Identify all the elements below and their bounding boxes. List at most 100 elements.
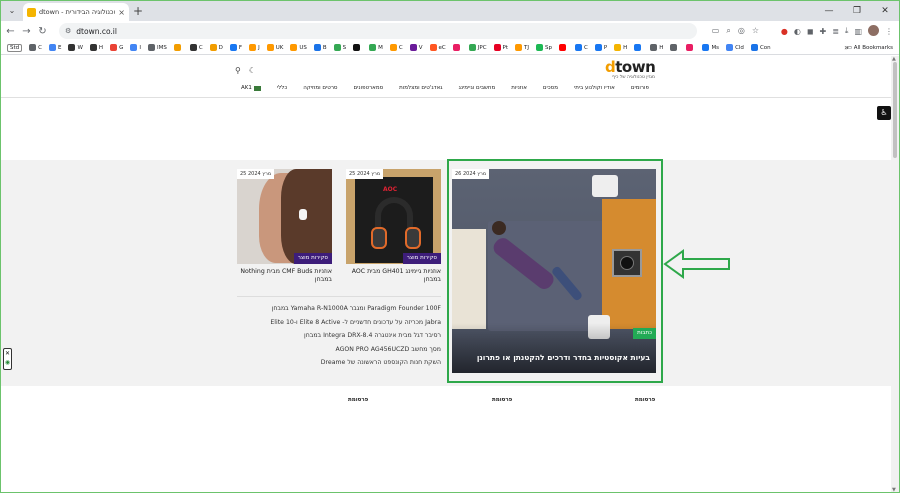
bookmark-item[interactable] <box>670 44 679 51</box>
article-card-cmf[interactable]: 25 מרץ 2024 סקירות מוצר <box>237 169 332 264</box>
bookmark-item[interactable]: eC <box>429 44 446 51</box>
nav-item[interactable]: סמארטפונים <box>354 85 384 91</box>
search-icon[interactable]: ⚲ <box>235 66 241 75</box>
minimize-icon[interactable]: — <box>815 1 843 21</box>
bookmark-star-icon[interactable]: ☆ <box>752 23 759 39</box>
cast-icon[interactable]: ▭ <box>712 23 720 39</box>
nav-item[interactable]: גאדג'טים ומצלמות <box>399 85 442 91</box>
maximize-icon[interactable]: ❐ <box>843 1 871 21</box>
nav-item[interactable]: מסכים <box>543 85 558 91</box>
bookmark-item[interactable]: UK <box>266 44 283 51</box>
card-category-tag[interactable]: סקירות מוצר <box>402 253 441 264</box>
hide-icon[interactable]: ◎ <box>738 23 745 39</box>
back-icon[interactable]: ← <box>4 26 17 37</box>
window-controls: — ❐ ✕ <box>815 1 899 21</box>
bookmark-item[interactable] <box>686 44 695 51</box>
nav-item[interactable]: אוזניות <box>511 85 527 91</box>
card-title-aoc[interactable]: אוזניות גיימינג GH401 מבית AOC במבחן <box>346 268 441 284</box>
tab-search-icon[interactable]: ⌄ <box>6 5 18 17</box>
annotation-highlight-box <box>447 159 663 383</box>
nav-item[interactable]: כללי <box>277 85 287 91</box>
dark-mode-icon[interactable]: ☾ <box>249 66 256 75</box>
bookmark-item[interactable]: H <box>89 44 103 51</box>
bookmark-item[interactable]: G <box>110 44 123 51</box>
bookmark-item[interactable]: IMS <box>147 44 167 51</box>
nav-item[interactable]: פורומים <box>631 85 649 91</box>
card-category-tag[interactable]: סקירות מוצר <box>293 253 332 264</box>
address-bar[interactable]: ⚙ dtown.co.il <box>59 23 697 39</box>
headline-item[interactable]: Paradigm Founder 100F ומגבר Yamaha R-N10… <box>237 302 441 316</box>
downloads-icon[interactable]: ⤓ <box>845 26 849 36</box>
bookmark-item[interactable]: JPC <box>468 44 487 51</box>
bookmark-item[interactable]: D <box>209 44 223 51</box>
extension-icon[interactable]: ◐ <box>794 27 801 36</box>
reload-icon[interactable]: ↻ <box>36 26 49 37</box>
nav-item[interactable]: סרטים ומוזיקה <box>303 85 337 91</box>
accessibility-icon[interactable]: ♿ <box>877 106 891 120</box>
bookmark-item[interactable]: E <box>48 44 61 51</box>
article-card-aoc[interactable]: AOC 25 מרץ 2024 סקירות מוצר <box>346 169 441 264</box>
nav-item[interactable]: אודיו וקולנוע ביתי <box>574 85 615 91</box>
bookmark-item[interactable]: C <box>189 44 203 51</box>
bookmark-item[interactable]: V <box>409 44 423 51</box>
reading-list-icon[interactable]: ≣ <box>832 27 839 36</box>
bookmark-item[interactable]: Ms <box>702 44 719 51</box>
menu-icon[interactable]: ⋮ <box>885 27 893 36</box>
page-scrollbar[interactable]: ▲ ▼ <box>891 56 899 492</box>
headline-item[interactable]: השקת חנות הקונספט הראשונה של Dreame <box>237 356 441 370</box>
nav-item-ak1[interactable]: AK1 <box>241 85 261 91</box>
opera-extension-icon[interactable]: ● <box>781 27 788 36</box>
ad-label: פרסומת <box>635 397 656 403</box>
bookmark-item[interactable]: B <box>313 44 327 51</box>
extensions-puzzle-icon[interactable]: ✚ <box>819 27 826 36</box>
bookmark-item[interactable]: C <box>29 44 42 51</box>
bookmarks-bar: Std C E W H G I IMS C D F J UK US B S M C VeC JPC Pt TJ Sp C P H H… <box>1 41 899 55</box>
bookmark-item[interactable]: I <box>130 44 141 51</box>
forward-icon[interactable]: → <box>20 26 33 37</box>
address-url[interactable]: dtown.co.il <box>76 27 117 36</box>
bookmark-item[interactable]: S <box>333 44 346 51</box>
zoom-icon[interactable]: ⌕ <box>726 23 730 39</box>
bookmark-item[interactable] <box>452 44 462 51</box>
side-panel-icon[interactable]: ▥ <box>854 27 862 36</box>
bookmark-item[interactable]: H <box>614 44 627 51</box>
site-logo[interactable]: dtown מגזין טכנולוגיה של כיף <box>605 59 656 83</box>
bookmark-item[interactable]: H <box>650 44 663 51</box>
bookmark-item[interactable]: J <box>249 44 260 51</box>
profile-icon[interactable] <box>868 24 879 38</box>
bookmark-item[interactable]: TJ <box>515 44 529 51</box>
bookmark-item[interactable]: P <box>594 44 607 51</box>
bookmark-item[interactable]: M <box>369 44 383 51</box>
widget-close-icon[interactable]: ✕ <box>4 349 11 358</box>
bookmark-item[interactable]: US <box>290 44 307 51</box>
headline-item[interactable]: Jabra מכריזה על עדכונים חדשניים ל- Elite… <box>237 316 441 330</box>
bookmark-item[interactable]: C <box>574 44 588 51</box>
bookmark-item[interactable]: C <box>389 44 403 51</box>
bookmark-item[interactable]: Sp <box>536 44 552 51</box>
bookmark-item[interactable]: Con <box>750 44 771 51</box>
headline-item[interactable]: מסך מחשב AGON PRO AG456UCZD <box>237 343 441 357</box>
all-bookmarks-button[interactable]: ▭ All Bookmarks <box>847 41 893 54</box>
close-window-icon[interactable]: ✕ <box>871 1 899 21</box>
card-title-cmf[interactable]: אוזניות CMF Buds מבית Nothing במבחן <box>237 268 332 284</box>
scroll-thumb[interactable] <box>893 62 897 158</box>
bookmark-item[interactable] <box>173 44 183 51</box>
headline-item[interactable]: רסיבר דגל מבית אינטגרה Integra DRX-8.4 ב… <box>237 329 441 343</box>
browser-tab[interactable]: dtown - הטכנולוגיה הבידורית × <box>23 3 129 21</box>
bookmark-item[interactable]: Pt <box>493 44 508 51</box>
bookmark-item[interactable]: F <box>229 44 242 51</box>
bookmark-label: H <box>623 44 628 51</box>
bookmark-item[interactable] <box>558 44 568 51</box>
extension-icon-2[interactable]: ◼ <box>807 27 814 36</box>
bookmark-item[interactable]: Std <box>7 43 23 52</box>
scroll-down-icon[interactable]: ▼ <box>892 487 896 492</box>
site-info-icon[interactable]: ⚙ <box>65 27 71 35</box>
new-tab-button[interactable]: + <box>133 4 143 18</box>
bookmark-item[interactable] <box>634 44 643 51</box>
bookmark-item[interactable]: W <box>68 44 83 51</box>
bookmark-item[interactable]: Cld <box>726 44 744 51</box>
bookmark-item[interactable] <box>353 44 362 51</box>
tab-close-icon[interactable]: × <box>118 8 125 17</box>
widget-open-icon[interactable]: ◉ <box>4 358 11 367</box>
nav-item[interactable]: מחשבים וגיימינג <box>459 85 496 91</box>
